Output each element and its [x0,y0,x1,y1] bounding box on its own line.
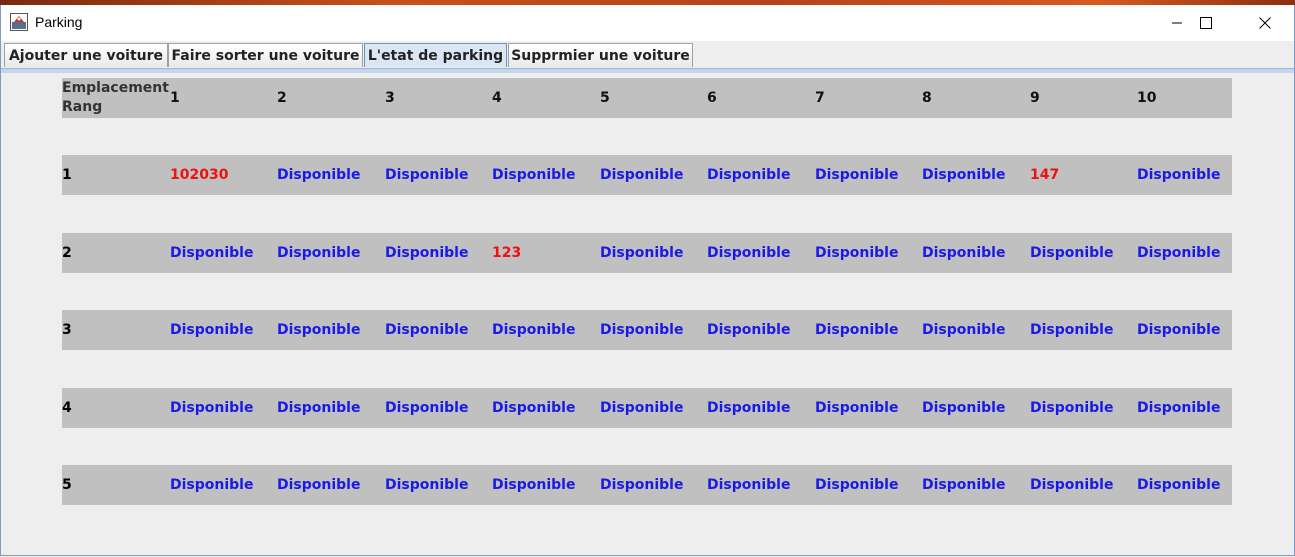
slot-available: Disponible [707,245,791,261]
slot-available: Disponible [1030,322,1114,338]
column-header-10: 10 [1137,90,1157,106]
column-header-4: 4 [492,90,502,106]
slot-available: Disponible [277,477,361,493]
slot-available: Disponible [707,400,791,416]
column-header-7: 7 [815,90,825,106]
slot-available: Disponible [385,400,469,416]
slot-available: Disponible [922,477,1006,493]
window-title: Parking [35,14,83,30]
row-rank-label: 5 [62,477,72,493]
column-header-9: 9 [1030,90,1040,106]
grid-row-rang-4: 4 Disponible Disponible Disponible Disponibl… [62,388,1232,428]
slot-available: Disponible [170,477,254,493]
slot-available: Disponible [922,322,1006,338]
slot-occupied: 102030 [170,167,229,183]
slot-available: Disponible [815,245,899,261]
parking-status-panel: Emplacement Rang 1 2 3 4 5 6 7 8 9 10 1 102030 Disp… [1,72,1294,554]
row-rank-label: 4 [62,400,72,416]
grid-header-row: Emplacement Rang 1 2 3 4 5 6 7 8 9 10 [62,78,1232,118]
slot-available: Disponible [1030,400,1114,416]
slot-available: Disponible [492,167,576,183]
grid-row-rang-2: 2 Disponible Disponible Disponible 123 Dispon… [62,233,1232,273]
slot-available: Disponible [1137,167,1221,183]
corner-rang-label: Rang [62,99,103,115]
slot-available: Disponible [600,477,684,493]
slot-available: Disponible [277,245,361,261]
slot-available: Disponible [1137,245,1221,261]
slot-available: Disponible [815,167,899,183]
slot-available: Disponible [922,167,1006,183]
row-rank-label: 2 [62,245,72,261]
slot-available: Disponible [600,167,684,183]
row-rank-label: 1 [62,167,72,183]
grid-corner-label: Emplacement Rang [62,79,169,117]
slot-occupied: 147 [1030,167,1060,183]
tab-supprimer-voiture[interactable]: Supprmier une voiture [508,43,693,67]
tab-faire-sortir-voiture[interactable]: Faire sorter une voiture [168,43,363,67]
parking-window: Parking Ajouter une voiture Faire sorter… [0,5,1295,556]
slot-available: Disponible [600,245,684,261]
slot-available: Disponible [600,400,684,416]
slot-available: Disponible [170,245,254,261]
slot-available: Disponible [707,477,791,493]
column-header-2: 2 [277,90,287,106]
row-rank-label: 3 [62,322,72,338]
slot-available: Disponible [815,322,899,338]
java-app-icon [10,13,28,31]
column-header-1: 1 [170,90,180,106]
slot-available: Disponible [492,400,576,416]
slot-available: Disponible [815,400,899,416]
column-header-8: 8 [922,90,932,106]
corner-emplacement-label: Emplacement [62,80,169,96]
maximize-icon [1200,17,1212,29]
slot-available: Disponible [170,400,254,416]
maximize-button[interactable] [1177,5,1235,41]
slot-available: Disponible [385,322,469,338]
slot-available: Disponible [492,322,576,338]
column-header-3: 3 [385,90,395,106]
slot-available: Disponible [492,477,576,493]
slot-available: Disponible [1137,400,1221,416]
slot-available: Disponible [277,167,361,183]
grid-row-rang-3: 3 Disponible Disponible Disponible Disponibl… [62,310,1232,350]
slot-available: Disponible [385,167,469,183]
close-icon [1259,17,1271,29]
slot-available: Disponible [815,477,899,493]
tab-etat-parking[interactable]: L'etat de parking [364,43,507,67]
column-header-5: 5 [600,90,610,106]
slot-available: Disponible [385,477,469,493]
slot-available: Disponible [385,245,469,261]
column-header-6: 6 [707,90,717,106]
slot-available: Disponible [1030,245,1114,261]
slot-available: Disponible [707,167,791,183]
slot-available: Disponible [922,245,1006,261]
slot-available: Disponible [707,322,791,338]
slot-available: Disponible [277,400,361,416]
grid-row-rang-1: 1 102030 Disponible Disponible Disponible Dis… [62,155,1232,195]
tab-ajouter-voiture[interactable]: Ajouter une voiture [4,43,168,67]
slot-available: Disponible [922,400,1006,416]
slot-occupied: 123 [492,245,522,261]
grid-row-rang-5: 5 Disponible Disponible Disponible Disponibl… [62,465,1232,505]
slot-available: Disponible [600,322,684,338]
slot-available: Disponible [277,322,361,338]
slot-available: Disponible [1137,322,1221,338]
close-button[interactable] [1236,5,1294,41]
title-bar[interactable]: Parking [1,5,1294,41]
slot-available: Disponible [1030,477,1114,493]
slot-available: Disponible [1137,477,1221,493]
slot-available: Disponible [170,322,254,338]
